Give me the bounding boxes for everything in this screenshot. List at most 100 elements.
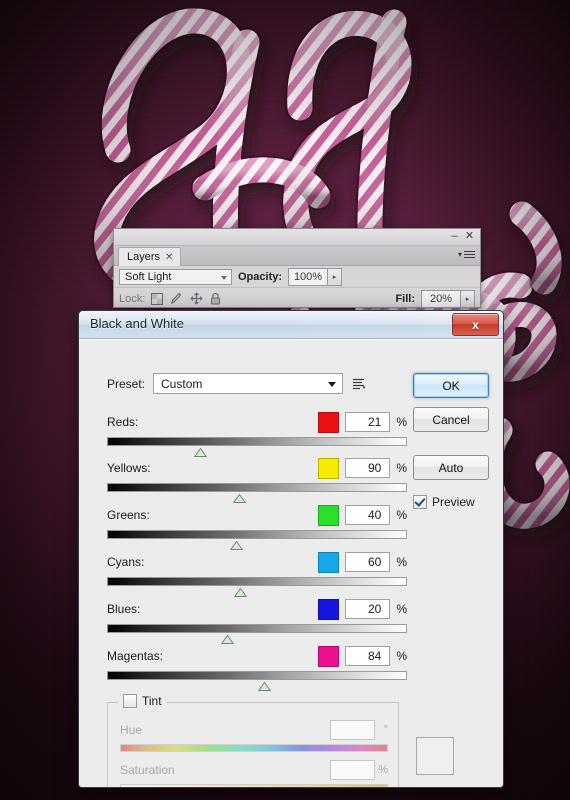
saturation-label: Saturation — [120, 762, 175, 777]
slider-track[interactable] — [107, 577, 407, 597]
slider-track[interactable] — [107, 437, 407, 457]
lock-label: Lock: — [119, 292, 146, 305]
slider-track[interactable] — [107, 483, 407, 503]
slider-thumb[interactable] — [257, 682, 271, 691]
lock-row: Lock: Fill: 20% ▸ — [114, 288, 480, 309]
fill-label: Fill: — [395, 292, 415, 305]
hue-label: Hue — [120, 722, 143, 737]
slider-row-yellows: Yellows: 90 % — [107, 457, 407, 503]
lock-all-icon[interactable] — [210, 292, 221, 305]
preview-row[interactable]: Preview — [413, 495, 489, 509]
preset-menu-icon[interactable] — [351, 376, 367, 392]
slider-label: Blues: — [107, 602, 141, 616]
lock-pixels-icon[interactable] — [170, 292, 183, 305]
preset-row: Preset: Custom — [107, 373, 367, 394]
slider-thumb[interactable] — [234, 588, 248, 597]
slider-track[interactable] — [107, 530, 407, 550]
opacity-field[interactable]: 100% ▸ — [288, 267, 343, 286]
slider-value-input[interactable]: 20 — [345, 599, 391, 619]
lock-position-icon[interactable] — [190, 292, 203, 305]
slider-value-input[interactable]: 84 — [345, 646, 391, 666]
slider-label: Reds: — [107, 415, 139, 429]
slider-row-blues: Blues: 20 % — [107, 598, 407, 644]
auto-button[interactable]: Auto — [413, 455, 489, 480]
saturation-unit: % — [378, 763, 388, 776]
close-icon[interactable]: x — [452, 313, 499, 336]
opacity-value: 100% — [293, 270, 323, 283]
lock-icons-group — [151, 292, 221, 305]
slider-thumb[interactable] — [229, 541, 243, 550]
slider-value-input[interactable]: 60 — [345, 552, 391, 572]
blend-mode-value: Soft Light — [125, 270, 172, 283]
tab-close-icon[interactable]: ✕ — [165, 252, 173, 263]
tint-checkbox[interactable] — [123, 694, 137, 708]
preset-label: Preset: — [107, 376, 146, 391]
fill-stepper[interactable]: ▸ — [460, 290, 474, 307]
chevron-down-icon — [221, 275, 227, 280]
slider-value-input[interactable]: 40 — [345, 505, 391, 525]
close-icon[interactable]: ✕ — [464, 231, 475, 242]
dialog-body: Preset: Custom Reds: 21 % Yellows: 90 % … — [79, 339, 503, 787]
slider-thumb[interactable] — [220, 635, 234, 644]
color-swatch — [318, 411, 340, 433]
unit-label: % — [396, 415, 407, 429]
tint-group: Tint Hue ° Saturation % — [107, 694, 454, 787]
hue-input[interactable] — [330, 719, 375, 740]
layers-panel-titlebar: – ✕ — [114, 229, 480, 246]
hue-control: Hue ° — [120, 719, 388, 752]
unit-label: % — [396, 461, 407, 475]
screen: – ✕ Layers ✕ ▾ Soft Light Opacity: 100% — [0, 0, 570, 800]
button-spacer — [413, 441, 489, 446]
tab-layers[interactable]: Layers ✕ — [118, 247, 182, 266]
color-swatch — [318, 457, 340, 479]
color-swatch — [318, 598, 340, 620]
minimize-icon[interactable]: – — [449, 231, 460, 242]
dialog-buttons: OK Cancel Auto Preview — [413, 373, 489, 509]
slider-value-input[interactable]: 21 — [345, 412, 391, 432]
fill-value: 20% — [429, 292, 453, 305]
color-swatch — [318, 504, 340, 526]
lock-transparency-icon[interactable] — [151, 292, 164, 305]
layers-panel[interactable]: – ✕ Layers ✕ ▾ Soft Light Opacity: 100% — [113, 228, 481, 308]
ok-button[interactable]: OK — [413, 373, 489, 398]
tab-layers-label: Layers — [127, 251, 161, 263]
unit-label: % — [396, 602, 407, 616]
fill-field[interactable]: 20% ▸ — [421, 289, 475, 308]
color-swatch — [318, 645, 340, 667]
preview-checkbox[interactable] — [413, 495, 427, 509]
hue-slider[interactable] — [120, 744, 388, 752]
blend-mode-row: Soft Light Opacity: 100% ▸ — [114, 266, 480, 288]
panel-menu-icon[interactable]: ▾ — [458, 249, 475, 260]
tint-label: Tint — [142, 694, 162, 708]
slider-label: Yellows: — [107, 461, 151, 475]
tint-color-swatch[interactable] — [416, 737, 454, 775]
slider-thumb[interactable] — [232, 494, 246, 503]
opacity-stepper[interactable]: ▸ — [327, 268, 342, 285]
blend-mode-select[interactable]: Soft Light — [119, 268, 232, 285]
dialog-titlebar[interactable]: Black and White x — [79, 311, 503, 339]
chevron-down-icon — [328, 382, 337, 387]
tint-checkbox-row[interactable]: Tint — [118, 694, 167, 708]
slider-thumb[interactable] — [193, 448, 207, 457]
hue-unit: ° — [383, 723, 388, 736]
slider-row-magentas: Magentas: 84 % — [107, 645, 407, 691]
preset-select[interactable]: Custom — [153, 373, 344, 394]
slider-row-greens: Greens: 40 % — [107, 504, 407, 550]
slider-track[interactable] — [107, 671, 407, 691]
slider-label: Magentas: — [107, 649, 164, 663]
layers-panel-tabrow: Layers ✕ ▾ — [114, 246, 480, 266]
slider-value-input[interactable]: 90 — [345, 458, 391, 478]
unit-label: % — [396, 508, 407, 522]
saturation-slider[interactable] — [120, 784, 388, 787]
saturation-control: Saturation % — [120, 759, 388, 787]
preset-value: Custom — [161, 376, 203, 391]
slider-label: Cyans: — [107, 555, 145, 569]
unit-label: % — [396, 555, 407, 569]
slider-row-cyans: Cyans: 60 % — [107, 551, 407, 597]
slider-track[interactable] — [107, 624, 407, 644]
saturation-input[interactable] — [330, 759, 375, 780]
black-and-white-dialog[interactable]: Black and White x Preset: Custom Reds: 2… — [78, 310, 504, 788]
cancel-button[interactable]: Cancel — [413, 407, 489, 432]
unit-label: % — [396, 649, 407, 663]
color-swatch — [318, 551, 340, 573]
